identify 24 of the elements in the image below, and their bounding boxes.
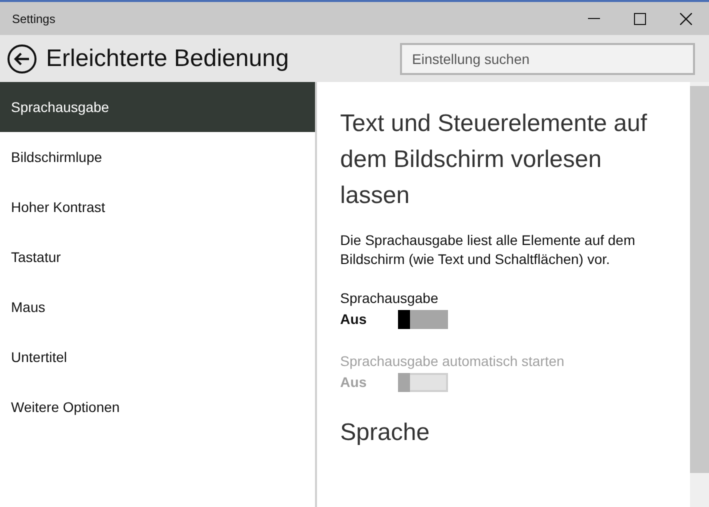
close-icon — [680, 12, 692, 24]
toggle-switch[interactable] — [398, 310, 448, 329]
sidebar-item[interactable]: Weitere Optionen — [0, 382, 316, 432]
sidebar-item[interactable]: Hoher Kontrast — [0, 182, 316, 232]
window-title: Settings — [12, 10, 56, 28]
back-button[interactable] — [6, 42, 38, 74]
toggle-state: Aus — [340, 310, 368, 329]
toggle-label: Sprachausgabe automatisch starten — [340, 352, 566, 370]
search-field[interactable]: Einstellung suchen — [400, 42, 695, 74]
minimize-icon — [588, 18, 600, 20]
sidebar-item[interactable]: Tastatur — [0, 232, 316, 282]
sidebar-item[interactable]: Sprachausgabe — [0, 82, 316, 132]
scrollbar[interactable] — [690, 82, 709, 507]
maximize-icon — [634, 12, 646, 24]
section-heading: Sprache — [340, 418, 431, 448]
toggle-label: Sprachausgabe — [340, 289, 440, 307]
page-title: Erleichterte Bedienung — [46, 44, 290, 74]
sidebar-item[interactable]: Maus — [0, 282, 316, 332]
description: Die Sprachausgabe liest alle Elemente auf dem Bildschirm (wie Text und Schaltflächen) vor. — [340, 231, 636, 269]
back-icon — [7, 44, 37, 74]
sidebar-item[interactable]: Bildschirmlupe — [0, 132, 316, 182]
sidebar-item[interactable]: Untertitel — [0, 332, 316, 382]
content-heading: Text und Steuerelemente auf dem Bildschirm vorlesen lassen — [340, 109, 648, 211]
toggle-state: Aus — [340, 373, 368, 392]
